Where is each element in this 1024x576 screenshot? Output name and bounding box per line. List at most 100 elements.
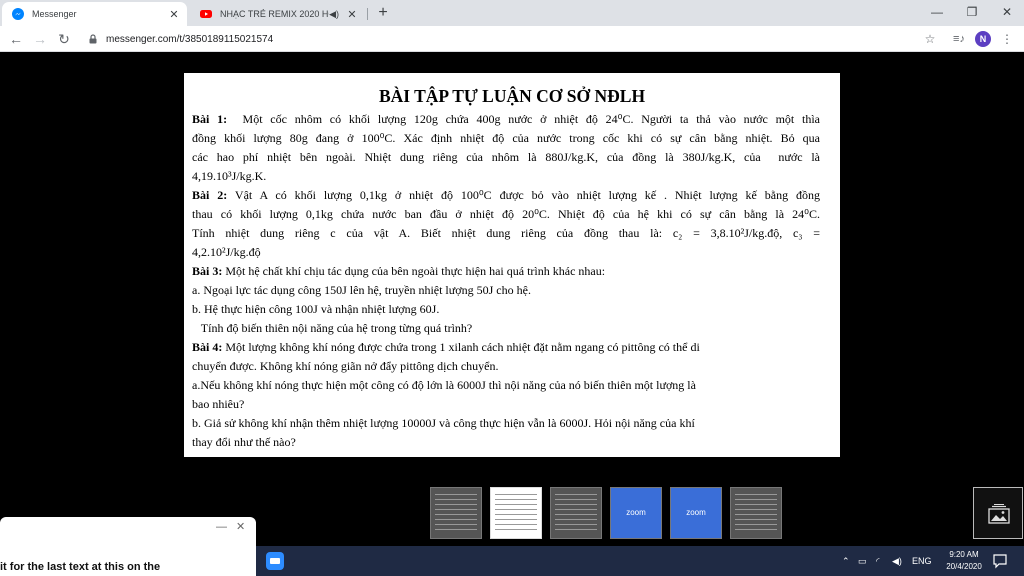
document-line: 4,19.10³J/kg.K. xyxy=(192,167,820,186)
reload-button[interactable]: ↻ xyxy=(54,29,74,49)
wifi-icon[interactable]: ◜ xyxy=(876,546,880,576)
thumbnail-line xyxy=(555,504,597,505)
thumbnail-line xyxy=(735,524,777,525)
thumbnail-line xyxy=(735,514,777,515)
document-image: BÀI TẬP TỰ LUẬN CƠ SỞ NĐLH Bài 1: Một cố… xyxy=(184,73,840,457)
profile-avatar[interactable]: N xyxy=(975,31,991,47)
more-menu-icon[interactable]: ⋮ xyxy=(1000,29,1014,49)
thumbnail-line xyxy=(435,514,477,515)
thumbnail-line xyxy=(555,509,597,510)
speaker-icon[interactable]: ◀︎) xyxy=(329,9,339,20)
line-text: Tính nhiệt dung riêng c của vật A. Biết … xyxy=(192,226,820,240)
thumbnail-line xyxy=(495,509,537,510)
thumbnail-line xyxy=(495,499,537,500)
document-line: các hao phí nhiệt bên ngoài. Nhiệt dung … xyxy=(192,148,820,167)
thumbnail-line xyxy=(555,514,597,515)
tab-divider xyxy=(367,8,368,20)
thumbnail-line xyxy=(435,494,477,495)
line-text: b. Hệ thực hiện công 100J và nhận nhiệt … xyxy=(192,302,440,316)
thumbnail-line xyxy=(735,499,777,500)
document-line: Bài 3: Một hệ chất khí chịu tác dụng của… xyxy=(192,262,820,281)
line-text: 4,2.10²J/kg.độ xyxy=(192,245,261,259)
minimize-chat-button[interactable]: — xyxy=(216,521,227,533)
windows-taskbar: ⌃ ▭ ◜ ◀︎) ENG 9:20 AM 20/4/2020 xyxy=(256,546,1024,576)
thumbnail-line xyxy=(555,494,597,495)
thumbnail-line xyxy=(735,494,777,495)
zoom-app-icon[interactable] xyxy=(266,552,284,570)
tab-youtube[interactable]: NHẠC TRẺ REMIX 2020 HOT ◀︎) ✕ xyxy=(190,2,365,26)
line-text: thay đổi như thế nào? xyxy=(192,435,296,449)
document-line: thay đổi như thế nào? xyxy=(192,433,820,452)
maximize-button[interactable]: ❐ xyxy=(955,0,989,26)
back-button[interactable]: ← xyxy=(6,29,26,49)
thumbnail-line xyxy=(555,524,597,525)
line-text: đồng khối lượng 80g đang ở 100⁰C. Xác đị… xyxy=(192,131,820,145)
line-text: Một hệ chất khí chịu tác dụng của bên ng… xyxy=(222,264,606,278)
document-line: b. Giả sử không khí nhận thêm nhiệt lượn… xyxy=(192,414,820,433)
thumbnail[interactable] xyxy=(550,487,602,539)
new-tab-button[interactable]: + xyxy=(374,4,392,22)
thumbnail-line xyxy=(435,499,477,500)
thumbnail[interactable]: zoom xyxy=(670,487,722,539)
thumbnail-line xyxy=(735,504,777,505)
language-indicator[interactable]: ENG xyxy=(912,546,932,576)
document-line: Tính độ biến thiên nội năng của hệ trong… xyxy=(192,319,820,338)
thumbnail-line xyxy=(495,504,537,505)
bookmark-star-icon[interactable]: ☆ xyxy=(922,29,938,49)
photo-viewer: BÀI TẬP TỰ LUẬN CƠ SỞ NĐLH Bài 1: Một cố… xyxy=(0,53,1024,546)
thumbnail-line xyxy=(495,519,537,520)
clock[interactable]: 9:20 AM 20/4/2020 xyxy=(938,549,990,573)
line-text: Tính độ biến thiên nội năng của hệ trong… xyxy=(192,321,473,335)
minimize-button[interactable]: — xyxy=(920,0,954,26)
line-text: b. Giả sử không khí nhận thêm nhiệt lượn… xyxy=(192,416,695,430)
chevron-up-icon[interactable]: ⌃ xyxy=(842,546,850,576)
close-chat-button[interactable]: ✕ xyxy=(236,520,245,533)
thumbnail-line xyxy=(435,519,477,520)
thumbnail-line xyxy=(495,514,537,515)
document-line: 4,2.10²J/kg.độ xyxy=(192,243,820,262)
thumbnail[interactable] xyxy=(490,487,542,539)
volume-icon[interactable]: ◀︎) xyxy=(892,546,902,576)
tab-title: Messenger xyxy=(32,9,77,19)
tab-strip: Messenger ✕ NHẠC TRẺ REMIX 2020 HOT ◀︎) … xyxy=(0,0,1024,26)
battery-icon[interactable]: ▭ xyxy=(858,546,867,576)
thumbnail[interactable]: zoom xyxy=(610,487,662,539)
tab-messenger[interactable]: Messenger ✕ xyxy=(2,2,187,26)
notification-icon[interactable] xyxy=(992,553,1008,569)
media-control-icon[interactable]: ≡♪ xyxy=(950,29,968,49)
thumbnail[interactable] xyxy=(730,487,782,539)
document-line: chuyển được. Không khí nóng giãn nở đẩy … xyxy=(192,357,820,376)
gallery-button[interactable] xyxy=(973,487,1023,539)
close-window-button[interactable]: ✕ xyxy=(990,0,1024,26)
document-line: Bài 4: Một lượng không khí nóng được chứ… xyxy=(192,338,820,357)
thumbnail-label: zoom xyxy=(686,508,706,517)
document-line: Bài 1: Một cốc nhôm có khối lượng 120g c… xyxy=(192,110,820,129)
address-bar[interactable]: messenger.com/t/3850189115021574 xyxy=(84,29,946,49)
thumbnail-line xyxy=(555,499,597,500)
document-title: BÀI TẬP TỰ LUẬN CƠ SỞ NĐLH xyxy=(378,86,646,106)
document-line: b. Hệ thực hiện công 100J và nhận nhiệt … xyxy=(192,300,820,319)
line-text: a. Ngoại lực tác dụng công 150J lên hệ, … xyxy=(192,283,531,297)
chat-message-text: it for the last text at this on the xyxy=(0,561,161,573)
thumbnail-line xyxy=(555,519,597,520)
forward-button[interactable]: → xyxy=(30,29,50,49)
close-icon[interactable]: ✕ xyxy=(167,8,181,21)
line-text: Vật A có khối lượng 0,1kg ở nhiệt độ 100… xyxy=(227,188,820,202)
line-text: bao nhiêu? xyxy=(192,397,245,411)
browser-toolbar: ← → ↻ messenger.com/t/3850189115021574 ☆… xyxy=(0,26,1024,52)
document-line: thau có khối lượng 0,1kg chứa nước ban đ… xyxy=(192,205,820,224)
line-text: các hao phí nhiệt bên ngoài. Nhiệt dung … xyxy=(192,150,820,164)
close-icon[interactable]: ✕ xyxy=(345,8,359,21)
line-text: a.Nếu không khí nóng thực hiện một công … xyxy=(192,378,696,392)
document-line: bao nhiêu? xyxy=(192,395,820,414)
thumbnail-line xyxy=(735,509,777,510)
thumbnail-line xyxy=(495,529,537,530)
thumbnail[interactable] xyxy=(430,487,482,539)
document-line: Bài 2: Vật A có khối lượng 0,1kg ở nhiệt… xyxy=(192,186,820,205)
lock-icon xyxy=(89,34,97,44)
document-line: a.Nếu không khí nóng thực hiện một công … xyxy=(192,376,820,395)
exercise-label: Bài 2: xyxy=(192,188,228,202)
clock-date: 20/4/2020 xyxy=(946,562,982,571)
gallery-icon xyxy=(988,504,1010,524)
line-text: thau có khối lượng 0,1kg chứa nước ban đ… xyxy=(192,207,820,221)
